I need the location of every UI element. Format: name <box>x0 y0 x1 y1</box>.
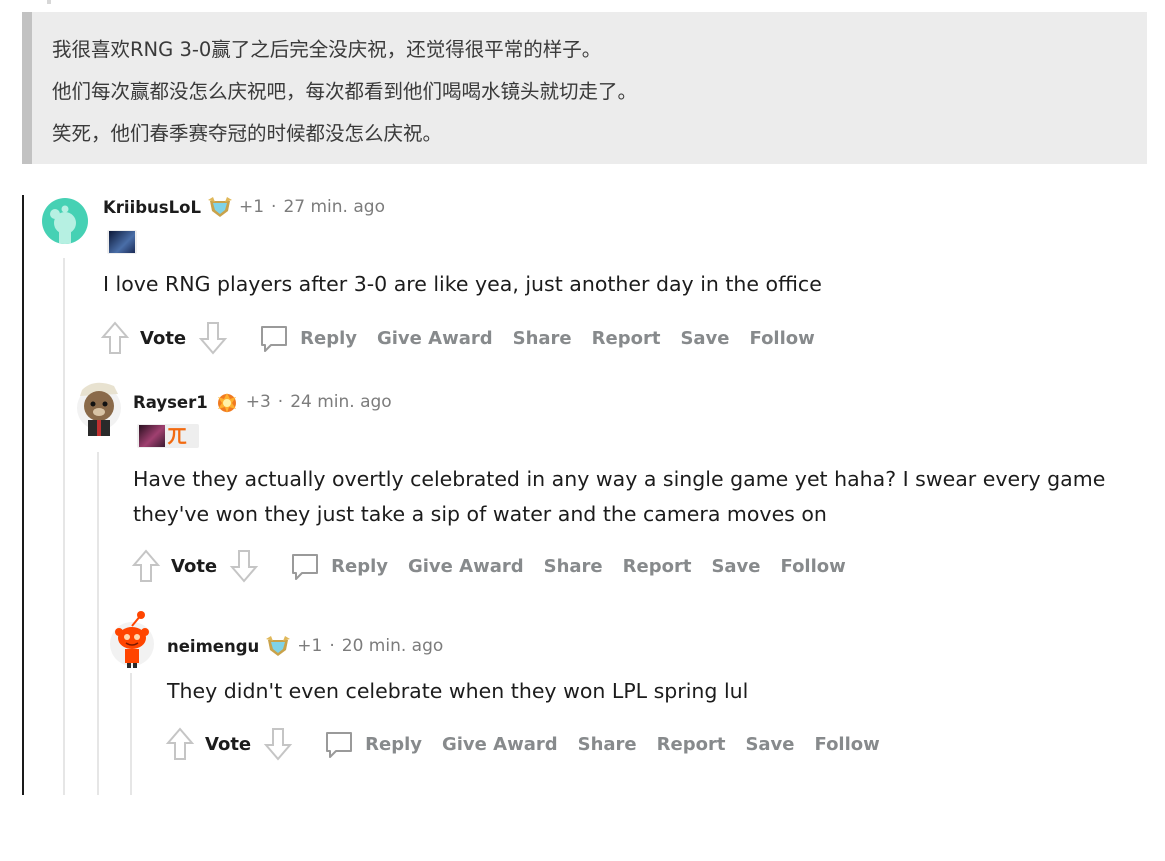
vote-label: Vote <box>205 733 252 755</box>
give-award-button[interactable]: Give Award <box>408 556 524 577</box>
separator: · <box>271 197 277 217</box>
comment-text: They didn't even celebrate when they won… <box>167 679 749 703</box>
comment-body: Have they actually overtly celebrated in… <box>133 462 1105 532</box>
reply-button[interactable]: Reply <box>331 556 388 577</box>
downvote-arrow-icon[interactable] <box>198 320 228 356</box>
comment-text: they've won they just take a sip of wate… <box>133 502 827 526</box>
timestamp[interactable]: 20 min. ago <box>342 636 444 656</box>
upvote-arrow-icon[interactable] <box>165 726 195 762</box>
report-button[interactable]: Report <box>592 328 661 349</box>
snoo-avatar-icon <box>110 611 154 668</box>
vote-label: Vote <box>140 327 187 349</box>
quote-block: 我很喜欢RNG 3-0赢了之后完全没庆祝，还觉得很平常的样子。 他们每次赢都没怎… <box>22 12 1147 164</box>
user-flair: ㄫ <box>137 424 199 448</box>
comment-text: Have they actually overtly celebrated in… <box>133 467 1106 491</box>
save-button[interactable]: Save <box>745 734 794 755</box>
points: +1 <box>238 197 265 217</box>
reply-bubble-icon[interactable] <box>289 550 321 582</box>
comment-meta: Rayser1 +3 · 24 min. ago <box>133 391 392 413</box>
report-button[interactable]: Report <box>657 734 726 755</box>
give-award-button[interactable]: Give Award <box>377 328 493 349</box>
share-button[interactable]: Share <box>544 556 603 577</box>
points: +1 <box>297 636 323 656</box>
comment-body: I love RNG players after 3-0 are like ye… <box>103 267 822 302</box>
thread-collapse-line[interactable] <box>22 195 24 795</box>
share-button[interactable]: Share <box>578 734 637 755</box>
author-name[interactable]: neimengu <box>167 637 259 656</box>
reply-bubble-icon[interactable] <box>258 322 290 354</box>
upvote-arrow-icon[interactable] <box>131 548 161 584</box>
diamond-award-icon <box>265 635 291 657</box>
comment-actions: Vote Reply Give Award Share Report Save … <box>100 320 835 356</box>
save-button[interactable]: Save <box>680 328 729 349</box>
author-name[interactable]: KriibusLoL <box>103 198 201 217</box>
comment-text: I love RNG players after 3-0 are like ye… <box>103 272 822 296</box>
comment-actions: Vote Reply Give Award Share Report Save … <box>131 548 866 584</box>
thread-rail-3[interactable] <box>130 673 132 795</box>
quote-line: 笑死，他们春季赛夺冠的时候都没怎么庆祝。 <box>52 122 443 145</box>
separator: · <box>277 392 284 412</box>
snoo-avatar-icon <box>50 205 76 244</box>
reply-bubble-icon[interactable] <box>323 728 355 760</box>
downvote-arrow-icon[interactable] <box>263 726 293 762</box>
follow-button[interactable]: Follow <box>815 734 880 755</box>
top-divider <box>47 0 51 4</box>
share-button[interactable]: Share <box>513 328 572 349</box>
team-logo-fnatic-icon: ㄫ <box>167 424 187 448</box>
vote-label: Vote <box>171 555 218 577</box>
thread-rail-2[interactable] <box>97 452 99 795</box>
author-name[interactable]: Rayser1 <box>133 393 208 412</box>
user-flair <box>107 230 137 254</box>
thread-rail-1[interactable] <box>63 258 65 795</box>
reply-button[interactable]: Reply <box>365 734 422 755</box>
comment-meta: KriibusLoL +1 · 27 min. ago <box>103 196 385 218</box>
reply-button[interactable]: Reply <box>300 328 357 349</box>
fire-award-icon <box>214 391 240 413</box>
comment-meta: neimengu +1 · 20 min. ago <box>167 635 443 657</box>
avatar[interactable] <box>42 198 88 244</box>
comment-body: They didn't even celebrate when they won… <box>167 674 748 709</box>
champion-flair-icon <box>139 425 165 447</box>
save-button[interactable]: Save <box>711 556 760 577</box>
diamond-award-icon <box>207 196 233 218</box>
timestamp[interactable]: 24 min. ago <box>290 392 392 412</box>
separator: · <box>329 636 335 656</box>
quote-line: 我很喜欢RNG 3-0赢了之后完全没庆祝，还觉得很平常的样子。 <box>52 38 602 61</box>
avatar[interactable] <box>74 378 124 438</box>
quote-line: 他们每次赢都没怎么庆祝吧，每次都看到他们喝喝水镜头就切走了。 <box>52 80 638 103</box>
follow-button[interactable]: Follow <box>781 556 846 577</box>
timestamp[interactable]: 27 min. ago <box>283 197 385 217</box>
report-button[interactable]: Report <box>623 556 692 577</box>
bear-avatar-icon <box>77 382 121 436</box>
points: +3 <box>245 392 271 412</box>
give-award-button[interactable]: Give Award <box>442 734 558 755</box>
avatar[interactable] <box>108 608 156 670</box>
upvote-arrow-icon[interactable] <box>100 320 130 356</box>
downvote-arrow-icon[interactable] <box>229 548 259 584</box>
champion-flair-icon <box>109 231 135 253</box>
follow-button[interactable]: Follow <box>750 328 815 349</box>
comment-actions: Vote Reply Give Award Share Report Save … <box>165 726 900 762</box>
